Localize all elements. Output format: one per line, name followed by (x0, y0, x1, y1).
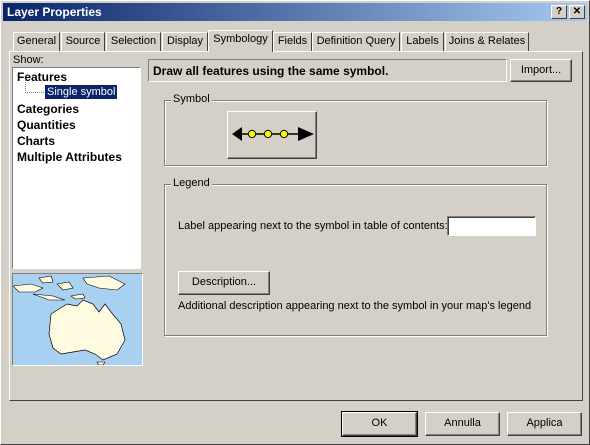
apply-button[interactable]: Applica (507, 412, 582, 436)
tree-item-categories[interactable]: Categories (17, 102, 79, 116)
symbol-button[interactable] (227, 111, 317, 159)
cancel-button[interactable]: Annulla (425, 412, 500, 436)
legend-group: Legend (164, 177, 547, 336)
import-button[interactable]: Import... (510, 59, 572, 82)
toc-label-input[interactable] (447, 216, 536, 236)
show-tree[interactable]: Features Single symbol Categories Quanti… (12, 67, 141, 269)
tree-item-multiple-attributes[interactable]: Multiple Attributes (17, 150, 122, 164)
tree-connector (25, 79, 44, 93)
description-text: Additional description appearing next to… (178, 300, 532, 312)
window-title: Layer Properties (7, 5, 102, 19)
close-button[interactable]: ✕ (569, 5, 585, 19)
tab-display[interactable]: Display (162, 32, 208, 51)
tree-item-quantities[interactable]: Quantities (17, 118, 76, 132)
tree-item-charts[interactable]: Charts (17, 134, 55, 148)
tab-fields[interactable]: Fields (273, 32, 312, 51)
ok-button[interactable]: OK (341, 411, 418, 437)
tab-definition-query[interactable]: Definition Query (312, 32, 400, 51)
symbology-heading: Draw all features using the same symbol. (153, 64, 389, 78)
tab-source[interactable]: Source (61, 32, 105, 51)
title-bar[interactable]: Layer Properties ? ✕ (3, 3, 587, 21)
symbol-group: Symbol (164, 93, 547, 166)
legend-group-title: Legend (171, 177, 212, 189)
tree-item-single-symbol[interactable]: Single symbol (45, 85, 118, 99)
symbology-heading-box: Draw all features using the same symbol. (148, 59, 507, 82)
symbol-group-title: Symbol (171, 93, 212, 105)
tab-selection[interactable]: Selection (106, 32, 161, 51)
tab-general[interactable]: General (13, 32, 60, 51)
description-button[interactable]: Description... (178, 271, 270, 295)
arrow-line-with-dots-symbol-icon (232, 127, 314, 141)
tab-joins-relates[interactable]: Joins & Relates (445, 32, 529, 51)
map-preview-image (12, 273, 143, 366)
toc-label: Label appearing next to the symbol in ta… (178, 220, 448, 232)
help-button[interactable]: ? (551, 5, 567, 19)
tab-symbology[interactable]: Symbology (208, 30, 273, 52)
show-label: Show: (13, 54, 44, 66)
tab-labels[interactable]: Labels (401, 32, 444, 51)
